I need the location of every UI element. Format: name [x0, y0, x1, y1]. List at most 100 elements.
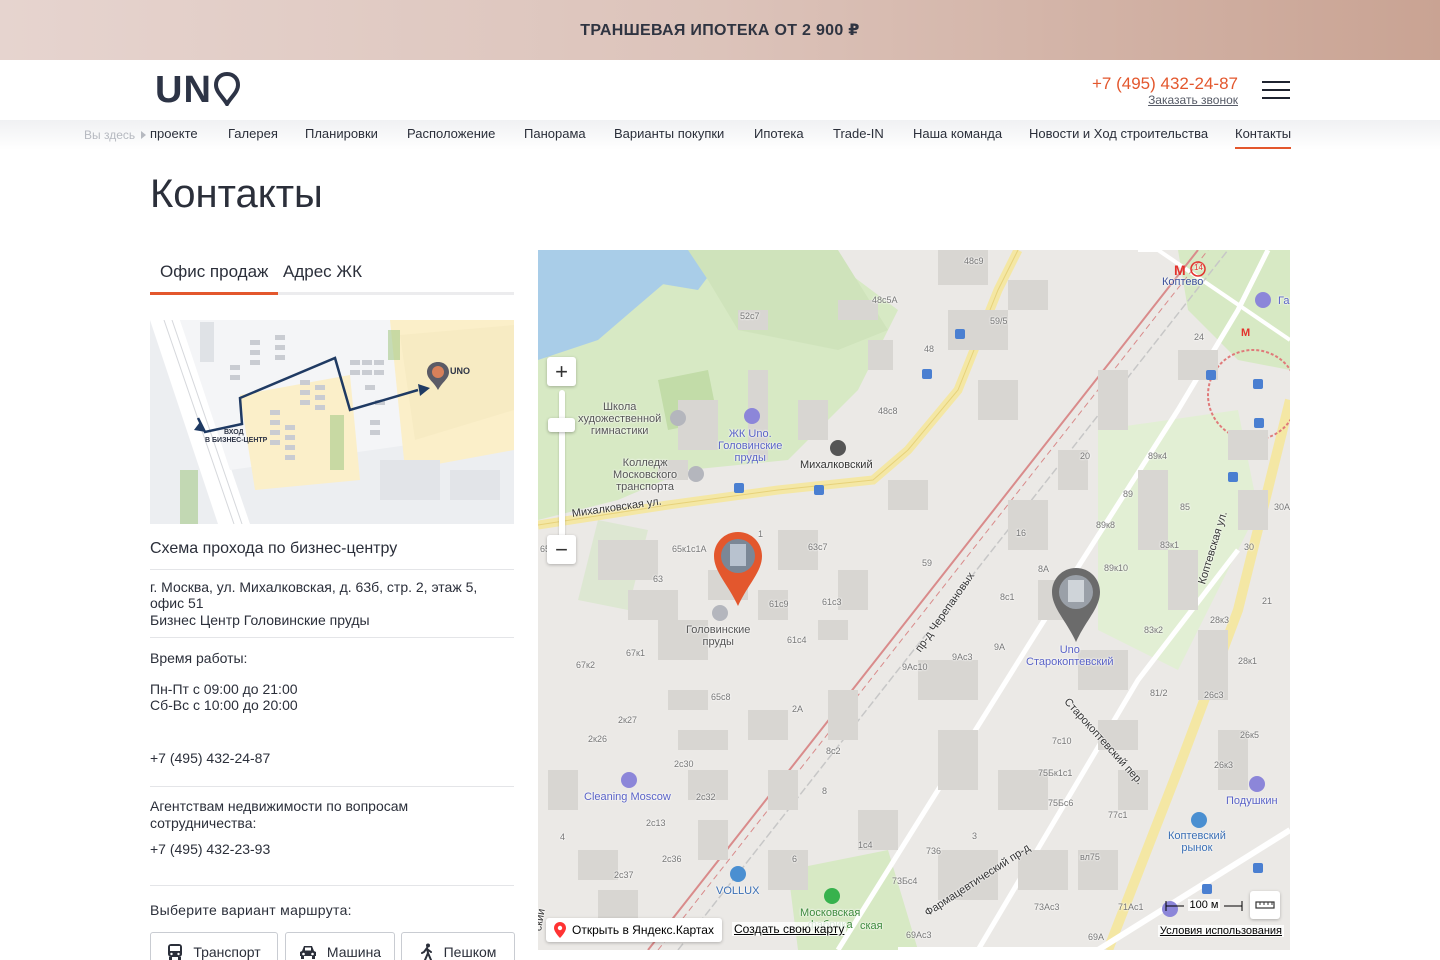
promo-banner[interactable]: ТРАНШЕВАЯ ИПОТЕКА ОТ 2 900 ₽: [0, 0, 1440, 60]
menu-burger-icon[interactable]: [1262, 81, 1290, 99]
poi-office[interactable]: Головинские пруды: [686, 624, 750, 648]
scale-label: 100 м: [1187, 899, 1221, 911]
nav-item-panorama[interactable]: Панорама: [524, 126, 586, 141]
zoom-slider-track[interactable]: [559, 390, 565, 540]
nav-item-news[interactable]: Новости и Ход строительства: [1029, 126, 1208, 141]
house-number: 77с1: [1108, 810, 1128, 820]
house-number: 21: [1262, 596, 1273, 606]
metro-koptevo-label[interactable]: Коптево: [1162, 276, 1203, 288]
house-number: 69Ас3: [906, 930, 932, 940]
walking-scheme-image: UNO ВХОД В БИЗНЕС-ЦЕНТР: [150, 320, 514, 524]
zoom-out-button[interactable]: −: [547, 535, 576, 564]
metro-line-number: 14: [1194, 263, 1203, 272]
logo[interactable]: UN: [155, 71, 240, 109]
nav-item-layouts[interactable]: Планировки: [305, 126, 378, 141]
office-address-2: офис 51: [150, 595, 204, 611]
agency-phone[interactable]: +7 (495) 432-23-93: [150, 841, 514, 857]
tab-sales-office[interactable]: Офис продаж: [150, 262, 279, 295]
route-walk-button[interactable]: Пешком: [401, 932, 515, 960]
callback-link[interactable]: Заказать звонок: [1148, 93, 1238, 107]
house-number: 736: [926, 846, 942, 856]
svg-text:M: M: [1241, 327, 1250, 339]
poi-college[interactable]: Колледж Московского транспорта: [613, 457, 677, 493]
route-walk-label: Пешком: [443, 944, 497, 960]
poi-uno-line: Старокоптевский: [1026, 656, 1114, 668]
header-phone[interactable]: +7 (495) 432-24-87: [1092, 74, 1238, 94]
poi-school[interactable]: Школа художественной гимнастики: [578, 401, 661, 437]
nav-item-location[interactable]: Расположение: [407, 126, 495, 141]
house-number: 83к2: [1144, 625, 1163, 635]
poi-koptevsky-market[interactable]: Коптевский рынок: [1168, 830, 1226, 854]
nav-item-gallery[interactable]: Галерея: [228, 126, 278, 141]
house-number: 8с2: [826, 746, 841, 756]
car-icon: [299, 946, 316, 959]
hours-title: Время работы:: [150, 650, 248, 666]
house-number: 48с5А: [872, 295, 898, 305]
house-number: 6: [792, 854, 798, 864]
poi-gas[interactable]: Га: [1278, 295, 1289, 307]
house-number: 67к1: [626, 648, 645, 658]
section-nav: Вы здесь проекте Галерея Планировки Расп…: [0, 120, 1440, 150]
yandex-map[interactable]: M M Михалковская ул. пр-д Черепановых Ко…: [538, 250, 1290, 950]
poi-cleaning-moscow[interactable]: Cleaning Moscow: [584, 791, 671, 803]
nav-item-mortgage[interactable]: Ипотека: [754, 126, 804, 141]
poi-mikhalkovsky[interactable]: Михалковский: [800, 459, 873, 471]
terms-link[interactable]: Условия использования: [1157, 925, 1284, 937]
house-number: 67к2: [576, 660, 595, 670]
zoom-out-icon: −: [555, 536, 568, 562]
poi-jk-uno[interactable]: ЖК Uno. Головинские пруды: [718, 428, 782, 464]
poi-school-line: художественной: [578, 413, 662, 425]
house-number: 83к1: [1160, 540, 1179, 550]
office-phone[interactable]: +7 (495) 432-24-87: [150, 750, 514, 766]
route-transport-button[interactable]: Транспорт: [150, 932, 278, 960]
open-yandex-maps-button[interactable]: Открыть в Яндекс.Картах: [546, 918, 722, 942]
breadcrumb-arrow-icon: [141, 131, 146, 139]
scheme-logo: UNO: [450, 366, 470, 376]
create-map-link[interactable]: Создать свою карту: [732, 922, 847, 936]
house-number: 59: [922, 558, 933, 568]
nav-item-purchase[interactable]: Варианты покупки: [614, 126, 724, 141]
nav-item-about[interactable]: проекте: [150, 126, 198, 141]
house-number: 28к1: [1238, 656, 1257, 666]
house-number: 59/5: [990, 316, 1008, 326]
house-number: 75Бк1с1: [1038, 768, 1073, 778]
poi-school-line: Школа: [602, 401, 637, 413]
poi-podushkin[interactable]: Подушкин: [1226, 795, 1278, 807]
house-number: 30А: [1274, 502, 1290, 512]
nav-item-contacts[interactable]: Контакты: [1235, 126, 1292, 149]
route-car-label: Машина: [326, 944, 382, 960]
open-yandex-maps-label: Открыть в Яндекс.Картах: [572, 923, 714, 937]
poi-uno-starokoptevsky[interactable]: Uno Старокоптевский: [1026, 644, 1114, 668]
zoom-slider-handle[interactable]: [548, 418, 575, 432]
route-car-button[interactable]: Машина: [285, 932, 395, 960]
house-number: 89к4: [1148, 451, 1167, 461]
ruler-button[interactable]: [1250, 891, 1280, 919]
logo-pin-icon: [213, 72, 240, 106]
house-number: 2к27: [618, 715, 637, 725]
nav-item-tradein[interactable]: Trade-IN: [833, 126, 884, 141]
zoom-in-icon: +: [555, 358, 568, 384]
house-number: 81/2: [1150, 688, 1168, 698]
poi-uno-line: Uno: [1059, 644, 1080, 656]
scheme-entrance-1: ВХОД: [224, 429, 244, 436]
house-number: 61с3: [822, 597, 842, 607]
tab-jk-address[interactable]: Адрес ЖК: [283, 262, 362, 295]
divider: [150, 637, 514, 638]
poi-vollux[interactable]: VOLLUX: [716, 885, 759, 897]
zoom-in-button[interactable]: +: [547, 357, 576, 386]
house-number: 65к1с1А: [672, 544, 707, 554]
poi-college-line: Колледж: [622, 457, 668, 469]
house-number: 4: [560, 832, 566, 842]
house-number: 71Ас1: [1118, 902, 1144, 912]
route-title: Выберите вариант маршрута:: [150, 902, 352, 918]
house-number: 75Бс6: [1048, 798, 1074, 808]
poi-jk-line: пруды: [734, 452, 766, 464]
bus-icon: [168, 944, 183, 960]
nav-item-team[interactable]: Наша команда: [913, 126, 1002, 141]
house-number: 63: [653, 574, 664, 584]
house-number: 48с8: [878, 406, 898, 416]
house-number: 7с10: [1052, 736, 1072, 746]
house-number: 65с8: [711, 692, 731, 702]
house-number: 1с4: [858, 840, 873, 850]
house-number: 16: [1016, 528, 1027, 538]
